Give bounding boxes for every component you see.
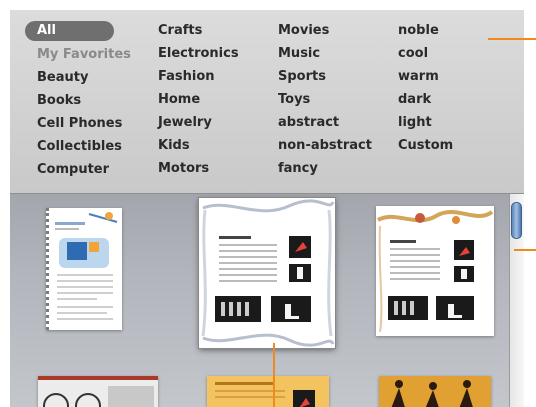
category-jewelry[interactable]: Jewelry — [158, 111, 239, 134]
category-light[interactable]: light — [398, 111, 453, 134]
vertical-scrollbar[interactable] — [509, 194, 524, 407]
category-column-4: noble cool warm dark light Custom — [398, 19, 453, 157]
scrollbar-thumb[interactable] — [511, 202, 522, 239]
category-column-1: All My Favorites Beauty Books Cell Phone… — [25, 19, 131, 181]
category-beauty[interactable]: Beauty — [37, 66, 131, 89]
category-music[interactable]: Music — [278, 42, 372, 65]
callout-line-thumbnail — [273, 343, 275, 407]
callout-line-scrollbar — [514, 249, 536, 251]
category-cell-phones[interactable]: Cell Phones — [37, 112, 131, 135]
template-thumbnail-bicycle[interactable] — [38, 376, 158, 407]
template-thumbnail-swirl[interactable] — [199, 198, 335, 348]
category-crafts[interactable]: Crafts — [158, 19, 239, 42]
category-noble[interactable]: noble — [398, 19, 453, 42]
category-kids[interactable]: Kids — [158, 134, 239, 157]
category-cool[interactable]: cool — [398, 42, 453, 65]
category-movies[interactable]: Movies — [278, 19, 372, 42]
category-computer[interactable]: Computer — [37, 158, 131, 181]
category-electronics[interactable]: Electronics — [158, 42, 239, 65]
category-abstract[interactable]: abstract — [278, 111, 372, 134]
template-preview-bicycle — [38, 376, 158, 407]
category-fancy[interactable]: fancy — [278, 157, 372, 180]
category-sports[interactable]: Sports — [278, 65, 372, 88]
category-column-3: Movies Music Sports Toys abstract non-ab… — [278, 19, 372, 180]
template-preview-swirl — [199, 198, 335, 348]
category-all[interactable]: All — [25, 21, 114, 41]
category-column-2: Crafts Electronics Fashion Home Jewelry … — [158, 19, 239, 180]
template-preview-floral — [376, 206, 494, 336]
category-motors[interactable]: Motors — [158, 157, 239, 180]
template-thumbnail-floral[interactable] — [376, 206, 494, 336]
category-non-abstract[interactable]: non-abstract — [278, 134, 372, 157]
template-thumbnail-yellow[interactable] — [207, 376, 329, 407]
template-preview-yellow — [207, 376, 329, 407]
template-browser — [10, 194, 524, 407]
category-warm[interactable]: warm — [398, 65, 453, 88]
template-preview-computer — [49, 208, 122, 330]
category-my-favorites[interactable]: My Favorites — [37, 43, 131, 66]
category-menu: All My Favorites Beauty Books Cell Phone… — [10, 10, 524, 194]
category-home[interactable]: Home — [158, 88, 239, 111]
template-thumbnail-computer[interactable] — [46, 208, 122, 330]
callout-line-menu — [488, 38, 536, 40]
category-custom[interactable]: Custom — [398, 134, 453, 157]
category-collectibles[interactable]: Collectibles — [37, 135, 131, 158]
template-preview-dancers — [379, 376, 491, 407]
category-fashion[interactable]: Fashion — [158, 65, 239, 88]
category-toys[interactable]: Toys — [278, 88, 372, 111]
category-dark[interactable]: dark — [398, 88, 453, 111]
category-books[interactable]: Books — [37, 89, 131, 112]
template-thumbnail-dancers[interactable] — [379, 376, 491, 407]
